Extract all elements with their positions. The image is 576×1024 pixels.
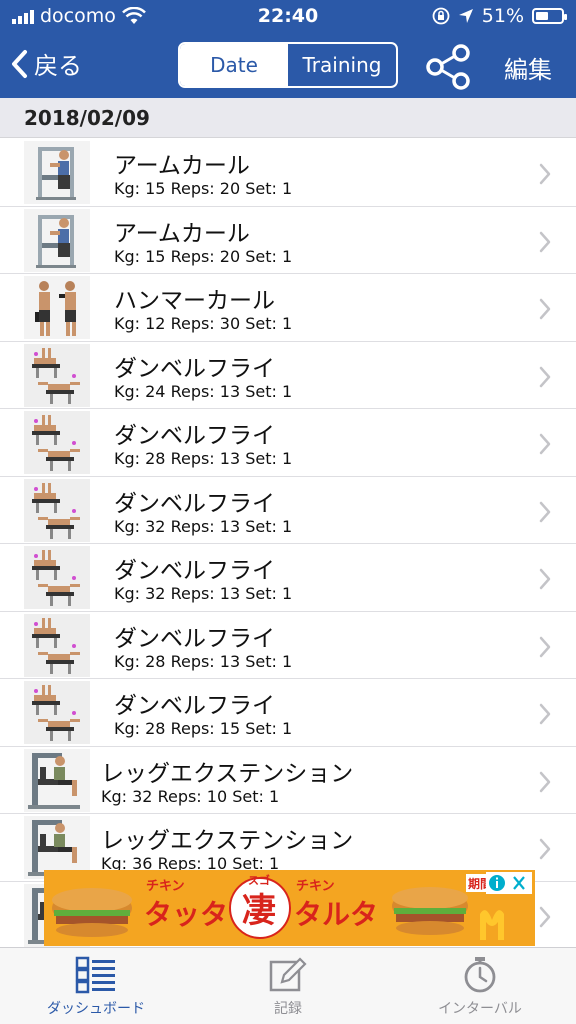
- tab-record-label: 記録: [274, 1001, 302, 1017]
- workout-row[interactable]: アームカール Kg: 15 Reps: 20 Set: 1: [0, 206, 576, 274]
- dumbbell-fly-icon: [24, 546, 90, 609]
- ad-center-top: スゴ: [248, 873, 270, 887]
- chevron-right-icon: [539, 568, 551, 590]
- tab-dashboard[interactable]: ダッシュボード: [16, 956, 176, 1018]
- date-section-header: 2018/02/09: [0, 98, 576, 138]
- location-arrow-icon: [458, 9, 473, 23]
- tab-interval-label: インターバル: [438, 1001, 522, 1017]
- arm-curl-machine-icon: [24, 208, 90, 272]
- dumbbell-fly-icon: [24, 343, 90, 407]
- back-button[interactable]: 戻る: [10, 46, 82, 81]
- chevron-right-icon: [539, 771, 551, 792]
- ad-left-title: タッタ: [144, 898, 228, 931]
- chevron-left-icon: [12, 49, 27, 78]
- edit-note-icon: [269, 957, 307, 992]
- dumbbell-fly-icon: [24, 411, 90, 474]
- exercise-name: アームカール: [114, 220, 250, 247]
- exercise-detail: Kg: 32 Reps: 13 Set: 1: [114, 516, 293, 536]
- edit-button[interactable]: 編集: [504, 50, 552, 85]
- workout-row[interactable]: ダンベルフライ Kg: 24 Reps: 13 Set: 1: [0, 341, 576, 409]
- battery-icon: [532, 8, 567, 24]
- exercise-detail: Kg: 28 Reps: 15 Set: 1: [114, 719, 293, 738]
- advertisement-banner[interactable]: チキン タッタ スゴ 凄 チキン タルタ 期間: [44, 870, 535, 946]
- dumbbell-fly-icon: [24, 613, 90, 677]
- dumbbell-fly-icon: [24, 478, 90, 542]
- chevron-right-icon: [539, 501, 551, 522]
- chevron-right-icon: [539, 366, 551, 387]
- workout-list: アームカール Kg: 15 Reps: 20 Set: 1 アームカール Kg: 15…: [0, 139, 576, 947]
- exercise-name: ハンマーカール: [114, 288, 275, 314]
- segment-date[interactable]: Date: [180, 44, 288, 86]
- exercise-detail: Kg: 32 Reps: 13 Set: 1: [114, 584, 293, 603]
- exercise-detail: Kg: 15 Reps: 20 Set: 1: [114, 246, 293, 266]
- workout-row[interactable]: アームカール Kg: 15 Reps: 20 Set: 1: [0, 139, 576, 207]
- workout-row[interactable]: ダンベルフライ Kg: 32 Reps: 13 Set: 1: [0, 476, 576, 544]
- exercise-name: レッグエクステンション: [101, 760, 354, 787]
- exercise-name: アームカール: [114, 153, 250, 179]
- exercise-detail: Kg: 15 Reps: 20 Set: 1: [114, 179, 293, 198]
- exercise-detail: Kg: 28 Reps: 13 Set: 1: [114, 449, 293, 468]
- leg-extension-machine-icon: [24, 748, 90, 812]
- chevron-right-icon: [539, 433, 551, 455]
- exercise-detail: Kg: 28 Reps: 13 Set: 1: [114, 651, 293, 671]
- ad-artwork: チキン タッタ スゴ 凄 チキン タルタ 期間: [44, 870, 535, 946]
- dumbbell-fly-icon: [24, 681, 90, 744]
- chevron-right-icon: [539, 231, 551, 252]
- chevron-right-icon: [539, 906, 551, 927]
- segment-training[interactable]: Training: [288, 44, 396, 86]
- battery-percent: 51%: [481, 5, 524, 27]
- hammer-curl-icon: [24, 276, 90, 339]
- view-segmented-control: Date Training: [178, 42, 398, 88]
- exercise-name: ダンベルフライ: [114, 693, 275, 719]
- exercise-name: ダンベルフライ: [114, 490, 275, 517]
- ad-center-char: 凄: [242, 891, 276, 931]
- ad-right-title: タルタ: [294, 898, 378, 931]
- chevron-right-icon: [539, 636, 551, 657]
- exercise-name: ダンベルフライ: [114, 355, 275, 382]
- exercise-detail: Kg: 32 Reps: 10 Set: 1: [101, 786, 280, 806]
- share-icon[interactable]: [424, 42, 474, 92]
- ad-choices-icon[interactable]: [486, 872, 532, 894]
- workout-row[interactable]: ダンベルフライ Kg: 28 Reps: 13 Set: 1: [0, 409, 576, 477]
- workout-row[interactable]: ハンマーカール Kg: 12 Reps: 30 Set: 1: [0, 274, 576, 342]
- tab-interval[interactable]: インターバル: [400, 956, 560, 1018]
- workout-row[interactable]: ダンベルフライ Kg: 28 Reps: 13 Set: 1: [0, 611, 576, 679]
- tab-dashboard-label: ダッシュボード: [47, 1001, 145, 1017]
- tab-bar: ダッシュボード 記録 インターバル: [0, 947, 576, 1024]
- app-header: docomo 22:40 51% 戻る Date Training 編集: [0, 0, 576, 98]
- chevron-right-icon: [539, 163, 551, 185]
- ad-left-label: チキン: [146, 879, 185, 894]
- status-bar: docomo 22:40 51%: [0, 0, 576, 34]
- orientation-lock-icon: [432, 7, 450, 25]
- ad-right-label: チキン: [296, 879, 335, 894]
- exercise-name: ダンベルフライ: [114, 558, 275, 584]
- exercise-detail: Kg: 12 Reps: 30 Set: 1: [114, 314, 293, 333]
- tab-record[interactable]: 記録: [208, 956, 368, 1018]
- nav-bar: 戻る Date Training 編集: [0, 36, 576, 94]
- dashboard-icon: [75, 956, 115, 994]
- stopwatch-icon: [464, 957, 496, 993]
- exercise-name: ダンベルフライ: [114, 423, 275, 449]
- exercise-name: ダンベルフライ: [114, 625, 275, 652]
- exercise-detail: Kg: 24 Reps: 13 Set: 1: [114, 381, 293, 401]
- exercise-name: レッグエクステンション: [101, 828, 354, 854]
- workout-row[interactable]: ダンベルフライ Kg: 28 Reps: 15 Set: 1: [0, 679, 576, 747]
- workout-row[interactable]: レッグエクステンション Kg: 32 Reps: 10 Set: 1: [0, 746, 576, 814]
- back-label: 戻る: [34, 52, 82, 80]
- chevron-right-icon: [539, 298, 551, 320]
- workout-row[interactable]: ダンベルフライ Kg: 32 Reps: 13 Set: 1: [0, 544, 576, 612]
- chevron-right-icon: [539, 838, 551, 860]
- section-date: 2018/02/09: [24, 106, 150, 130]
- chevron-right-icon: [539, 703, 551, 725]
- arm-curl-machine-icon: [24, 141, 90, 204]
